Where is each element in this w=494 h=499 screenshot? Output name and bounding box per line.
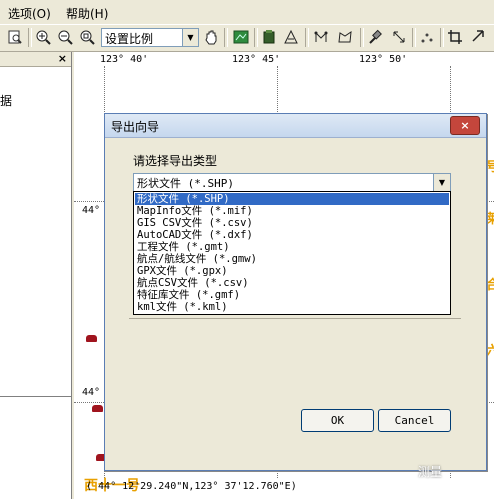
panel-close-icon[interactable]: × <box>58 52 67 65</box>
arrow-icon[interactable] <box>470 28 488 46</box>
export-type-option[interactable]: 形状文件 (*.SHP) <box>135 193 449 205</box>
area-icon[interactable] <box>336 28 354 46</box>
dialog-separator <box>129 318 461 320</box>
scale-select[interactable]: 设置比例 ▼ <box>101 28 199 47</box>
pin-icon[interactable] <box>366 28 384 46</box>
vehicle-icon <box>86 335 97 342</box>
layers-icon[interactable] <box>260 28 278 46</box>
pan-hand-icon[interactable] <box>202 28 220 46</box>
export-type-option[interactable]: AutoCAD文件 (*.dxf) <box>135 229 449 241</box>
menu-options[interactable]: 选项(O) <box>8 5 51 22</box>
menu-bar: 选项(O) 帮助(H) <box>0 0 494 24</box>
map-label: 合 <box>486 278 494 293</box>
export-map-icon[interactable] <box>232 28 250 46</box>
dialog-title: 导出向导 <box>111 120 160 134</box>
dialog-titlebar: 导出向导 × <box>105 114 486 138</box>
status-bar: 西十一号 ( 44° 12'29.240"N,123° 37'12.760"E) <box>74 478 494 499</box>
route-icon[interactable] <box>312 28 330 46</box>
crop-icon[interactable] <box>446 28 464 46</box>
chevron-down-icon[interactable]: ▼ <box>433 174 450 191</box>
watermark: 测量 <box>418 465 443 479</box>
export-type-option[interactable]: 航点CSV文件 (*.csv) <box>135 277 449 289</box>
export-type-option[interactable]: kml文件 (*.kml) <box>135 301 449 313</box>
export-type-option[interactable]: 航点/航线文件 (*.gmw) <box>135 253 449 265</box>
left-panel: × 据 <box>0 52 72 499</box>
points-icon[interactable] <box>418 28 436 46</box>
coordinate-readout: ( 44° 12'29.240"N,123° 37'12.760"E) <box>86 481 297 492</box>
close-icon[interactable]: × <box>450 116 480 135</box>
map-coord-top: 123° 50' <box>359 54 408 65</box>
menu-help[interactable]: 帮助(H) <box>66 5 108 22</box>
export-type-option[interactable]: 特征库文件 (*.gmf) <box>135 289 449 301</box>
zoom-in-icon[interactable] <box>34 28 52 46</box>
map-coord-left: 44° <box>82 387 101 398</box>
map-label: 六 <box>486 344 494 359</box>
export-wizard-dialog: 导出向导 × 请选择导出类型 形状文件 (*.SHP) ▼ 形状文件 (*.SH… <box>104 113 487 471</box>
map-label: 莱 <box>486 212 494 227</box>
map-coord-top: 123° 45' <box>232 54 281 65</box>
export-type-option[interactable]: GIS CSV文件 (*.csv) <box>135 217 449 229</box>
map-coord-left: 44° <box>82 205 101 216</box>
panel-divider <box>0 396 71 397</box>
toolbar: 设置比例 ▼ <box>0 24 494 52</box>
left-panel-titlebar: × <box>0 52 71 67</box>
zoom-fit-icon[interactable] <box>78 28 96 46</box>
scale-select-value: 设置比例 <box>105 32 154 46</box>
export-type-option[interactable]: MapInfo文件 (*.mif) <box>135 205 449 217</box>
preview-icon[interactable] <box>6 28 24 46</box>
export-type-label: 请选择导出类型 <box>133 154 218 168</box>
map-label: 号 <box>486 160 494 175</box>
export-type-select[interactable]: 形状文件 (*.SHP) ▼ <box>133 173 451 192</box>
cancel-button[interactable]: Cancel <box>378 409 451 432</box>
panel-text: 据 <box>0 94 13 108</box>
map-coord-top: 123° 40' <box>100 54 149 65</box>
export-type-option[interactable]: 工程文件 (*.gmt) <box>135 241 449 253</box>
chevron-down-icon[interactable]: ▼ <box>182 29 198 46</box>
vehicle-icon <box>92 405 103 412</box>
measure-icon[interactable] <box>282 28 300 46</box>
ok-button[interactable]: OK <box>301 409 374 432</box>
export-type-value: 形状文件 (*.SHP) <box>137 177 234 190</box>
export-type-list: 形状文件 (*.SHP) MapInfo文件 (*.mif) GIS CSV文件… <box>133 191 451 315</box>
line-icon[interactable] <box>390 28 408 46</box>
zoom-out-icon[interactable] <box>56 28 74 46</box>
export-type-option[interactable]: GPX文件 (*.gpx) <box>135 265 449 277</box>
